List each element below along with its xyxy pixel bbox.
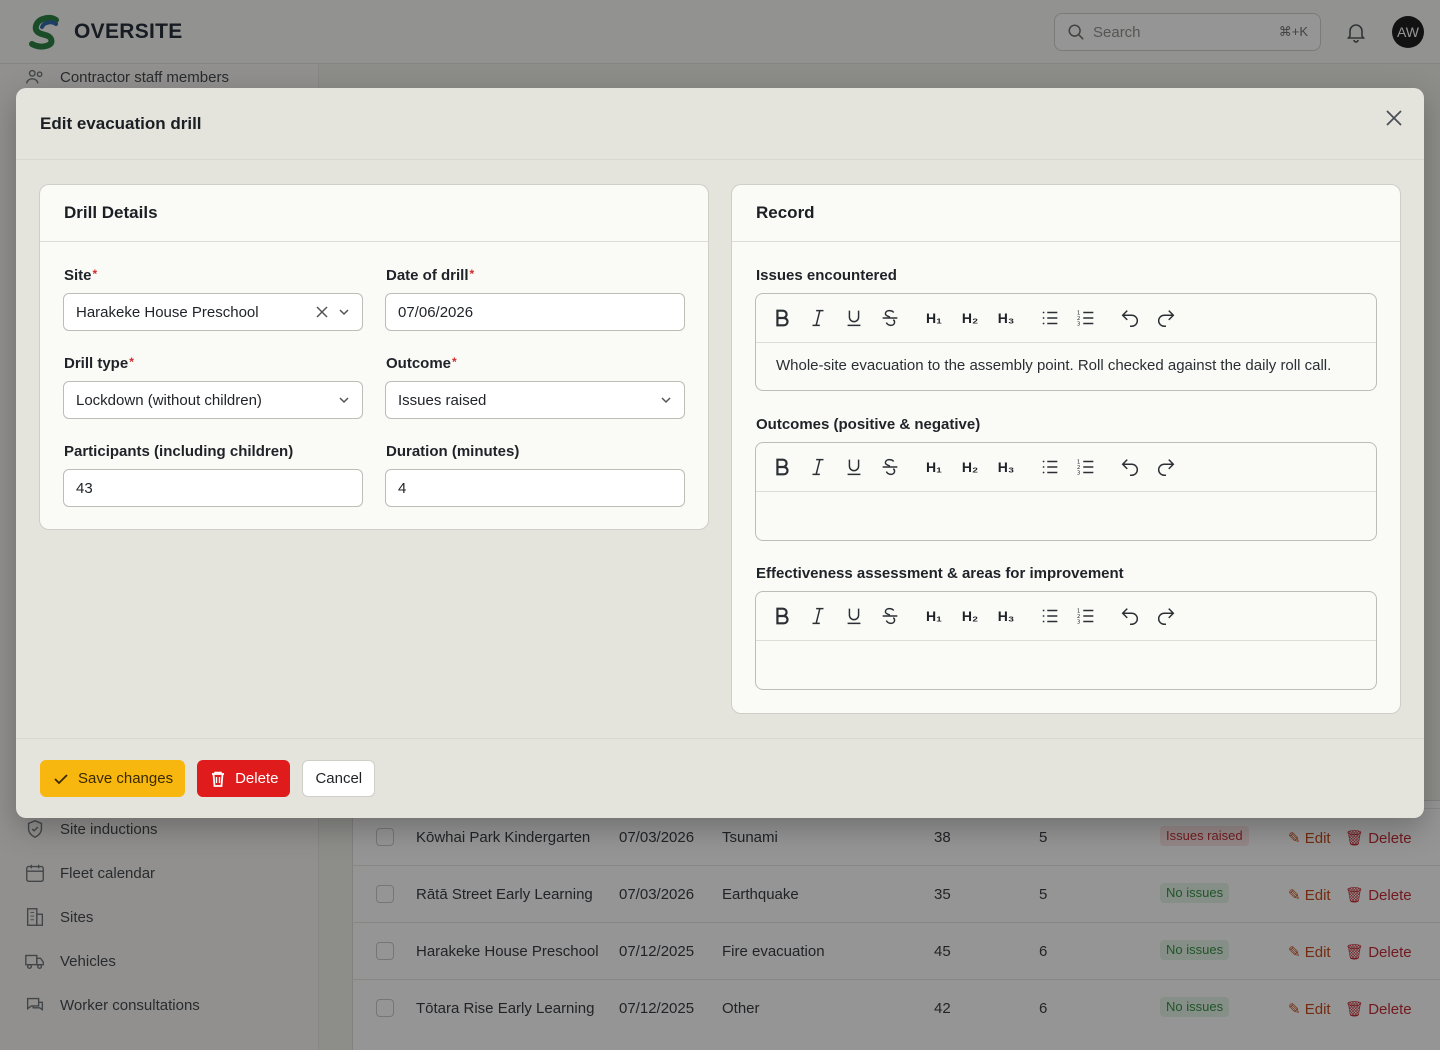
edit-drill-modal: Edit evacuation drill Drill Details Site… — [16, 88, 1424, 818]
issues-editor[interactable]: H₁ H₂ H₃ 123 Whole-site evacuation to th… — [755, 293, 1377, 391]
strikethrough-icon[interactable] — [878, 604, 902, 628]
heading-1-icon[interactable]: H₁ — [922, 306, 946, 330]
outcome-label: Outcome* — [386, 355, 457, 372]
trash-icon — [212, 771, 225, 787]
chevron-down-icon[interactable] — [336, 304, 352, 320]
undo-icon[interactable] — [1118, 455, 1142, 479]
redo-icon[interactable] — [1154, 604, 1178, 628]
site-label: Site* — [64, 267, 98, 284]
underline-icon[interactable] — [842, 455, 866, 479]
drill-type-select[interactable]: Lockdown (without children) — [63, 381, 363, 419]
date-input[interactable]: 07/06/2026 — [385, 293, 685, 331]
strikethrough-icon[interactable] — [878, 306, 902, 330]
outcomes-label: Outcomes (positive & negative) — [756, 416, 981, 433]
duration-input[interactable]: 4 — [385, 469, 685, 507]
chevron-down-icon[interactable] — [658, 392, 674, 408]
effectiveness-label: Effectiveness assessment & areas for imp… — [756, 565, 1124, 582]
save-button[interactable]: Save changes — [40, 760, 186, 797]
check-icon — [54, 773, 68, 784]
outcome-select[interactable]: Issues raised — [385, 381, 685, 419]
heading-3-icon[interactable]: H₃ — [994, 604, 1018, 628]
record-card: Record Issues encountered H₁ H₂ H₃ 123 W… — [731, 184, 1401, 714]
drill-type-value: Lockdown (without children) — [76, 391, 262, 409]
italic-icon[interactable] — [806, 306, 830, 330]
outcomes-text[interactable] — [756, 492, 1376, 540]
site-value: Harakeke House Preschool — [76, 303, 259, 321]
issues-label: Issues encountered — [756, 267, 897, 284]
drill-details-card: Drill Details Site* Harakeke House Presc… — [39, 184, 709, 530]
bullet-list-icon[interactable] — [1038, 306, 1062, 330]
editor-toolbar: H₁ H₂ H₃ 123 — [756, 294, 1376, 343]
bold-icon[interactable] — [770, 306, 794, 330]
heading-3-icon[interactable]: H₃ — [994, 306, 1018, 330]
delete-button[interactable]: Delete — [197, 760, 291, 797]
svg-text:3: 3 — [1077, 470, 1081, 476]
duration-label: Duration (minutes) — [386, 443, 520, 460]
save-label: Save changes — [78, 770, 174, 787]
outcomes-editor[interactable]: H₁ H₂ H₃ 123 — [755, 442, 1377, 541]
numbered-list-icon[interactable]: 123 — [1074, 455, 1098, 479]
strikethrough-icon[interactable] — [878, 455, 902, 479]
delete-label: Delete — [235, 770, 279, 787]
editor-toolbar: H₁ H₂ H₃ 123 — [756, 443, 1376, 492]
modal-title: Edit evacuation drill — [40, 113, 202, 133]
undo-icon[interactable] — [1118, 604, 1142, 628]
effectiveness-editor[interactable]: H₁ H₂ H₃ 123 — [755, 591, 1377, 690]
svg-text:3: 3 — [1077, 619, 1081, 625]
heading-3-icon[interactable]: H₃ — [994, 455, 1018, 479]
effectiveness-text[interactable] — [756, 641, 1376, 689]
participants-label: Participants (including children) — [64, 443, 294, 460]
modal-footer: Save changes Delete Cancel — [16, 738, 1424, 818]
editor-toolbar: H₁ H₂ H₃ 123 — [756, 592, 1376, 641]
issues-text[interactable]: Whole-site evacuation to the assembly po… — [756, 343, 1376, 390]
heading-2-icon[interactable]: H₂ — [958, 306, 982, 330]
cancel-button[interactable]: Cancel — [302, 760, 376, 797]
italic-icon[interactable] — [806, 604, 830, 628]
card-heading: Drill Details — [40, 185, 708, 242]
participants-input[interactable]: 43 — [63, 469, 363, 507]
undo-icon[interactable] — [1118, 306, 1142, 330]
numbered-list-icon[interactable]: 123 — [1074, 306, 1098, 330]
underline-icon[interactable] — [842, 306, 866, 330]
svg-text:3: 3 — [1077, 321, 1081, 327]
drill-type-label: Drill type* — [64, 355, 134, 372]
redo-icon[interactable] — [1154, 455, 1178, 479]
modal-header: Edit evacuation drill — [16, 88, 1424, 160]
heading-2-icon[interactable]: H₂ — [958, 604, 982, 628]
card-heading: Record — [732, 185, 1400, 242]
underline-icon[interactable] — [842, 604, 866, 628]
heading-2-icon[interactable]: H₂ — [958, 455, 982, 479]
redo-icon[interactable] — [1154, 306, 1178, 330]
site-select[interactable]: Harakeke House Preschool — [63, 293, 363, 331]
italic-icon[interactable] — [806, 455, 830, 479]
date-label: Date of drill* — [386, 267, 475, 284]
bullet-list-icon[interactable] — [1038, 455, 1062, 479]
clear-icon[interactable] — [314, 304, 330, 320]
bullet-list-icon[interactable] — [1038, 604, 1062, 628]
chevron-down-icon[interactable] — [336, 392, 352, 408]
numbered-list-icon[interactable]: 123 — [1074, 604, 1098, 628]
bold-icon[interactable] — [770, 604, 794, 628]
outcome-value: Issues raised — [398, 391, 487, 409]
heading-1-icon[interactable]: H₁ — [922, 455, 946, 479]
close-icon[interactable] — [1382, 106, 1406, 130]
heading-1-icon[interactable]: H₁ — [922, 604, 946, 628]
bold-icon[interactable] — [770, 455, 794, 479]
